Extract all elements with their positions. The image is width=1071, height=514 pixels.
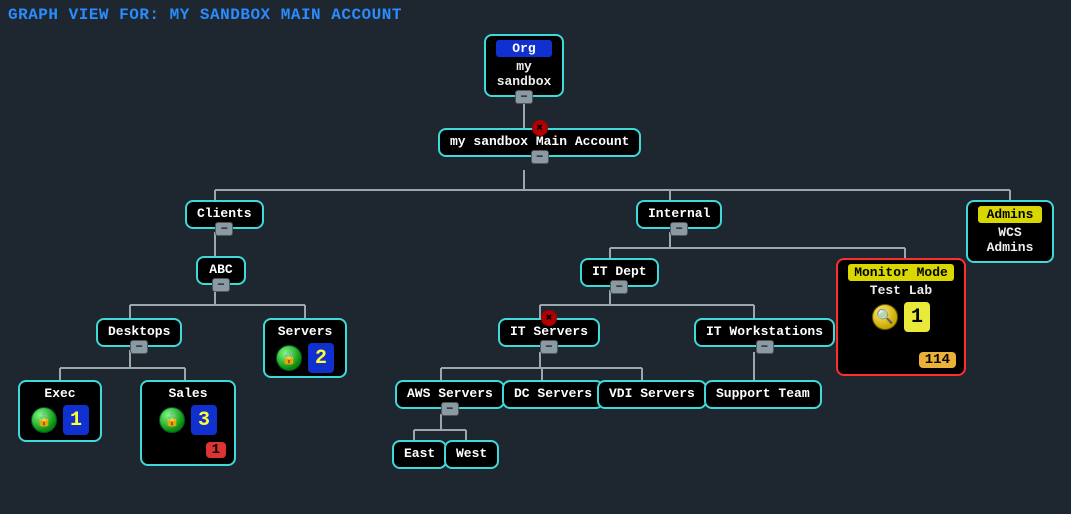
node-servers[interactable]: Servers 🔓 2 <box>263 318 347 378</box>
node-vdi-servers[interactable]: VDI Servers <box>597 380 707 409</box>
node-sales-label: Sales <box>152 386 224 401</box>
lock-icon: 🔓 <box>31 407 57 433</box>
node-dc-servers[interactable]: DC Servers <box>502 380 604 409</box>
collapse-icon[interactable]: − <box>756 340 774 354</box>
node-abc[interactable]: ABC − <box>196 256 246 285</box>
node-admins-title: Admins <box>978 206 1042 223</box>
node-west[interactable]: West <box>444 440 499 469</box>
node-main-account[interactable]: ✖ my sandbox Main Account − <box>438 128 641 157</box>
node-monitor-sub: Test Lab <box>848 283 954 298</box>
collapse-icon[interactable]: − <box>670 222 688 236</box>
node-sales[interactable]: Sales 🔓 3 1 <box>140 380 236 466</box>
node-desktops[interactable]: Desktops − <box>96 318 182 347</box>
node-internal-label: Internal <box>648 206 710 221</box>
node-org-sub: my sandbox <box>496 59 552 89</box>
node-east[interactable]: East <box>392 440 447 469</box>
node-it-workstations-label: IT Workstations <box>706 324 823 339</box>
close-icon[interactable]: ✖ <box>541 310 557 326</box>
node-desktops-label: Desktops <box>108 324 170 339</box>
node-org-title: Org <box>496 40 552 57</box>
node-exec-label: Exec <box>30 386 90 401</box>
node-admins-sub: WCS Admins <box>978 225 1042 255</box>
collapse-icon[interactable]: − <box>130 340 148 354</box>
close-icon[interactable]: ✖ <box>532 120 548 136</box>
node-clients-label: Clients <box>197 206 252 221</box>
collapse-icon[interactable]: − <box>515 90 533 104</box>
node-monitor-mode[interactable]: Monitor Mode Test Lab 🔍 1 114 <box>836 258 966 376</box>
node-it-dept-label: IT Dept <box>592 264 647 279</box>
node-exec[interactable]: Exec 🔓 1 <box>18 380 102 442</box>
collapse-icon[interactable]: − <box>610 280 628 294</box>
search-icon: 🔍 <box>872 304 898 330</box>
node-aws-label: AWS Servers <box>407 386 493 401</box>
node-it-servers-label: IT Servers <box>510 324 588 339</box>
node-aws-servers[interactable]: AWS Servers − <box>395 380 505 409</box>
status-pill: 1 <box>206 442 226 458</box>
page-title: GRAPH VIEW FOR: MY SANDBOX MAIN ACCOUNT <box>0 0 1071 30</box>
node-vdi-label: VDI Servers <box>609 386 695 401</box>
node-main-account-label: my sandbox Main Account <box>450 134 629 149</box>
node-monitor-title: Monitor Mode <box>848 264 954 281</box>
node-abc-label: ABC <box>208 262 234 277</box>
node-east-label: East <box>404 446 435 461</box>
count-badge: 2 <box>308 343 334 373</box>
node-servers-label: Servers <box>275 324 335 339</box>
lock-icon: 🔓 <box>159 407 185 433</box>
node-org[interactable]: Org my sandbox − <box>484 34 564 97</box>
collapse-icon[interactable]: − <box>441 402 459 416</box>
node-internal[interactable]: Internal − <box>636 200 722 229</box>
node-west-label: West <box>456 446 487 461</box>
lock-icon: 🔓 <box>276 345 302 371</box>
node-it-servers[interactable]: ✖ IT Servers − <box>498 318 600 347</box>
collapse-icon[interactable]: − <box>531 150 549 164</box>
count-badge: 3 <box>191 405 217 435</box>
status-pill: 114 <box>919 352 956 368</box>
node-support-label: Support Team <box>716 386 810 401</box>
node-it-dept[interactable]: IT Dept − <box>580 258 659 287</box>
collapse-icon[interactable]: − <box>212 278 230 292</box>
node-admins[interactable]: Admins WCS Admins <box>966 200 1054 263</box>
count-badge: 1 <box>904 302 930 332</box>
node-support-team[interactable]: Support Team <box>704 380 822 409</box>
count-badge: 1 <box>63 405 89 435</box>
node-dc-label: DC Servers <box>514 386 592 401</box>
node-it-workstations[interactable]: IT Workstations − <box>694 318 835 347</box>
collapse-icon[interactable]: − <box>540 340 558 354</box>
node-clients[interactable]: Clients − <box>185 200 264 229</box>
collapse-icon[interactable]: − <box>215 222 233 236</box>
